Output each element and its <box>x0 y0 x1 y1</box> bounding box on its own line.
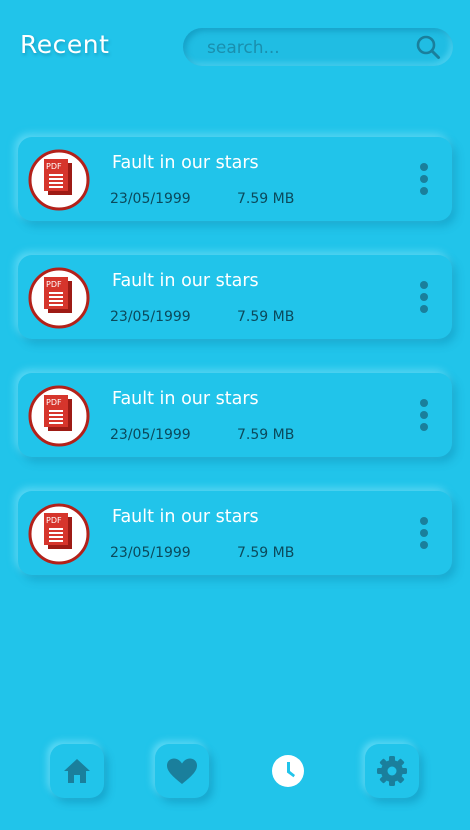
gear-icon <box>377 756 407 786</box>
more-options-icon[interactable] <box>412 515 436 551</box>
bottom-navigation <box>0 740 470 810</box>
svg-text:PDF: PDF <box>46 162 62 171</box>
file-card[interactable]: PDF Fault in our stars 23/05/1999 7.59 M… <box>18 137 452 221</box>
file-name: Fault in our stars <box>112 271 259 291</box>
more-options-icon[interactable] <box>412 279 436 315</box>
nav-recent-button[interactable] <box>261 744 315 798</box>
more-options-icon[interactable] <box>412 397 436 433</box>
file-size: 7.59 MB <box>237 309 295 325</box>
file-card[interactable]: PDF Fault in our stars 23/05/1999 7.59 M… <box>18 373 452 457</box>
pdf-icon: PDF <box>28 385 90 447</box>
more-options-icon[interactable] <box>412 161 436 197</box>
file-date: 23/05/1999 <box>110 545 191 561</box>
search-icon[interactable] <box>415 34 441 60</box>
nav-favorites-button[interactable] <box>155 744 209 798</box>
file-date: 23/05/1999 <box>110 191 191 207</box>
pdf-icon: PDF <box>28 149 90 211</box>
file-name: Fault in our stars <box>112 153 259 173</box>
file-date: 23/05/1999 <box>110 427 191 443</box>
file-card[interactable]: PDF Fault in our stars 23/05/1999 7.59 M… <box>18 255 452 339</box>
nav-home-button[interactable] <box>50 744 104 798</box>
file-date: 23/05/1999 <box>110 309 191 325</box>
file-name: Fault in our stars <box>112 507 259 527</box>
pdf-icon: PDF <box>28 267 90 329</box>
heart-icon <box>167 758 197 784</box>
svg-text:PDF: PDF <box>46 516 62 525</box>
home-icon <box>64 759 90 783</box>
svg-text:PDF: PDF <box>46 280 62 289</box>
pdf-icon: PDF <box>28 503 90 565</box>
svg-text:PDF: PDF <box>46 398 62 407</box>
file-size: 7.59 MB <box>237 545 295 561</box>
clock-icon <box>272 755 304 787</box>
search-bar[interactable] <box>183 28 453 66</box>
search-input[interactable] <box>205 34 399 62</box>
file-card[interactable]: PDF Fault in our stars 23/05/1999 7.59 M… <box>18 491 452 575</box>
page-title: Recent <box>20 30 110 59</box>
header: Recent <box>0 0 470 100</box>
file-name: Fault in our stars <box>112 389 259 409</box>
file-size: 7.59 MB <box>237 427 295 443</box>
file-size: 7.59 MB <box>237 191 295 207</box>
nav-settings-button[interactable] <box>365 744 419 798</box>
